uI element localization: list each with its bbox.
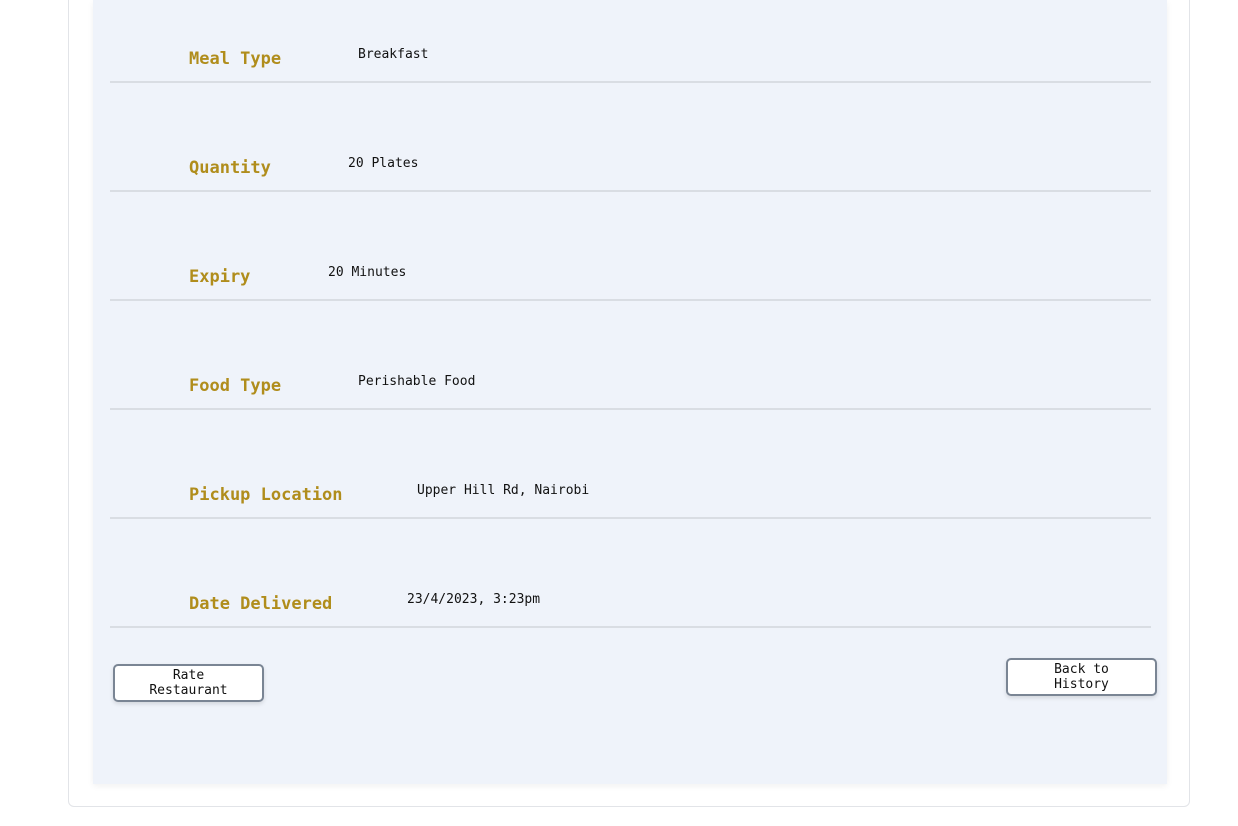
date-delivered-label: Date Delivered <box>189 594 333 614</box>
date-delivered-value: 23/4/2023, 3:23pm <box>407 592 541 607</box>
expiry-value: 20 Minutes <box>328 265 407 280</box>
detail-row-expiry: Expiry 20 Minutes <box>110 192 1151 301</box>
food-type-value: Perishable Food <box>358 374 476 389</box>
rate-restaurant-button[interactable]: Rate Restaurant <box>113 664 264 702</box>
meal-type-label: Meal Type <box>189 49 282 69</box>
quantity-label: Quantity <box>189 158 271 178</box>
detail-row-food-type: Food Type Perishable Food <box>110 301 1151 410</box>
detail-row-date-delivered: Date Delivered 23/4/2023, 3:23pm <box>110 519 1151 628</box>
detail-row-pickup-location: Pickup Location Upper Hill Rd, Nairobi <box>110 410 1151 519</box>
expiry-label: Expiry <box>189 267 251 287</box>
pickup-location-value: Upper Hill Rd, Nairobi <box>417 483 590 498</box>
quantity-value: 20 Plates <box>348 156 419 171</box>
detail-row-quantity: Quantity 20 Plates <box>110 83 1151 192</box>
food-type-label: Food Type <box>189 376 282 396</box>
back-to-history-button[interactable]: Back to History <box>1006 658 1157 696</box>
pickup-location-label: Pickup Location <box>189 485 343 505</box>
detail-row-meal-type: Meal Type Breakfast <box>110 0 1151 83</box>
meal-type-value: Breakfast <box>358 47 429 62</box>
